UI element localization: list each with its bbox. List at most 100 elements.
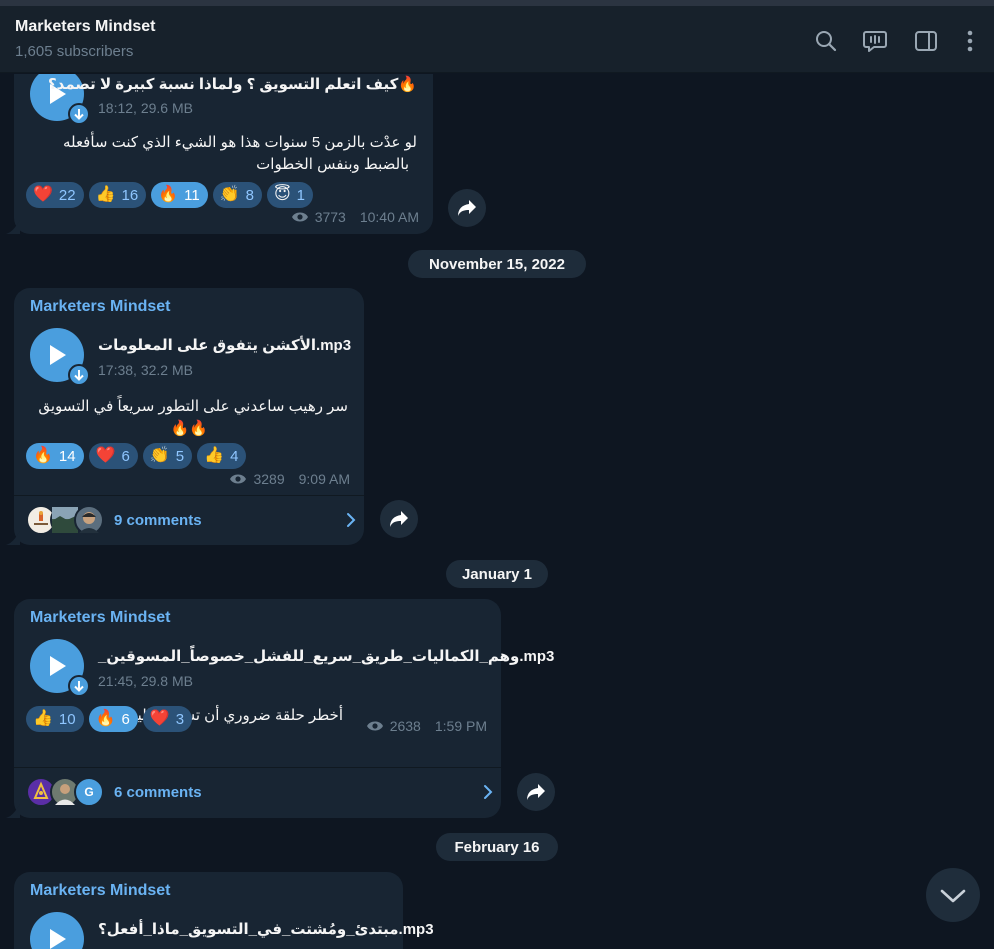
reaction-count: 14	[58, 447, 76, 465]
reaction-fire[interactable]: 🔥 6	[88, 706, 138, 732]
more-vertical-icon[interactable]	[957, 28, 983, 54]
reaction-thumbs-up[interactable]: 👍 16	[88, 182, 147, 208]
sidebar-toggle-icon[interactable]	[913, 28, 939, 54]
reaction-count: 11	[184, 186, 200, 204]
message-feed[interactable]: 🔥كيف اتعلم التسويق ؟ ولماذا نسبة كبيرة ل…	[0, 74, 994, 949]
download-icon[interactable]	[68, 675, 90, 697]
reaction-emoji: 🔥	[95, 710, 116, 727]
reaction-count: 3	[175, 710, 185, 728]
comments-link[interactable]: G 6 comments	[26, 768, 493, 816]
reaction-count: 16	[121, 186, 139, 204]
date-separator: February 16	[436, 833, 558, 861]
file-name: _وهم_الكماليات_طريق_سريع_للفشل_خصوصاً_ال…	[98, 648, 555, 665]
avatar: G	[74, 777, 104, 807]
channel-post[interactable]: 🔥كيف اتعلم التسويق ؟ ولماذا نسبة كبيرة ل…	[6, 74, 433, 234]
play-button[interactable]	[30, 328, 90, 386]
bubble-tail	[6, 531, 20, 545]
file-meta: 21:45, 29.8 MB	[98, 673, 193, 689]
file-meta: 18:12, 29.6 MB	[98, 100, 193, 116]
commenter-avatars: G	[26, 777, 112, 807]
view-count: 3773	[314, 209, 346, 225]
reaction-fire[interactable]: 🔥 14	[26, 443, 84, 469]
sender-name[interactable]: Marketers Mindset	[30, 609, 171, 627]
commenter-avatars	[26, 505, 112, 535]
channel-title[interactable]: Marketers Mindset	[15, 18, 156, 36]
play-button[interactable]	[30, 912, 84, 949]
eye-icon	[230, 474, 247, 484]
view-count: 3289	[253, 471, 285, 487]
discussion-icon[interactable]	[862, 28, 888, 54]
file-name: مبتدئ_ومُشتت_في_التسويق_ماذا_أفعل؟.mp3	[98, 921, 434, 938]
reactions-row: ❤️ 22 👍 16 🔥 11 👏 8 😇 1	[26, 182, 314, 208]
search-icon[interactable]	[813, 28, 839, 54]
reactions-row: 🔥 14 ❤️ 6 👏 5 👍 4	[26, 443, 247, 469]
share-button[interactable]	[517, 773, 555, 811]
caption-line: سر رهيب ساعدني على التطور سريعاً في التس…	[38, 398, 348, 415]
channel-post[interactable]: Marketers Mindset مبتدئ_ومُشتت_في_التسوي…	[14, 872, 434, 949]
caption-line: لو عدْت بالزمن 5 سنوات هذا هو الشيء الذي…	[62, 134, 417, 151]
download-icon[interactable]	[68, 103, 90, 125]
comments-link[interactable]: 9 comments	[26, 496, 356, 544]
reactions-row: 👍 10 🔥 6 ❤️ 3	[26, 706, 193, 732]
reaction-fire[interactable]: 🔥 11	[151, 182, 208, 208]
post-caption: سر رهيب ساعدني على التطور سريعاً في التس…	[28, 396, 348, 440]
post-views: 2638 1:59 PM	[366, 718, 487, 734]
reaction-count: 5	[175, 447, 185, 465]
reaction-clap[interactable]: 👏 8	[212, 182, 262, 208]
reaction-emoji: ❤️	[33, 186, 53, 203]
play-icon	[50, 345, 66, 365]
reaction-heart[interactable]: ❤️ 6	[88, 443, 138, 469]
download-icon[interactable]	[68, 364, 90, 386]
play-button[interactable]	[30, 639, 90, 697]
reaction-count: 8	[245, 186, 254, 204]
view-count: 2638	[389, 718, 421, 734]
scroll-to-bottom-button[interactable]	[926, 868, 980, 922]
reaction-emoji: 👏	[149, 447, 170, 464]
file-meta: 17:38, 32.2 MB	[98, 362, 193, 378]
date-separator: January 1	[446, 560, 548, 588]
chevron-right-icon	[347, 513, 356, 527]
reaction-count: 4	[230, 447, 239, 465]
chat-header[interactable]: Marketers Mindset 1,605 subscribers	[0, 6, 994, 73]
reaction-count: 1	[296, 186, 306, 204]
reaction-emoji: ❤️	[95, 447, 116, 464]
file-name: الأكشن يتفوق على المعلومات.mp3	[98, 337, 352, 354]
reaction-emoji: 🔥	[33, 447, 53, 464]
post-caption: لو عدْت بالزمن 5 سنوات هذا هو الشيء الذي…	[27, 132, 417, 176]
caption-line: بالضبط وبنفس الخطوات	[256, 156, 409, 173]
chevron-down-icon	[940, 889, 966, 903]
reaction-clap[interactable]: 👏 5	[142, 443, 193, 469]
file-name: 🔥كيف اتعلم التسويق ؟ ولماذا نسبة كبيرة ل…	[47, 76, 417, 93]
post-views: 3289 9:09 AM	[229, 471, 350, 487]
reaction-angel[interactable]: 😇 1	[266, 182, 314, 208]
channel-post[interactable]: Marketers Mindset _وهم_الكماليات_طريق_سر…	[6, 599, 554, 818]
bubble-tail	[6, 804, 20, 818]
reaction-emoji: 👏	[219, 186, 240, 203]
reaction-emoji: 👍	[33, 710, 53, 727]
bubble-tail	[6, 220, 20, 234]
reaction-thumbs-up[interactable]: 👍 4	[197, 443, 247, 469]
sender-name[interactable]: Marketers Mindset	[30, 882, 171, 900]
date-separator: November 15, 2022	[408, 250, 586, 278]
post-time: 1:59 PM	[434, 718, 487, 734]
reaction-emoji: 😇	[273, 186, 291, 203]
share-button[interactable]	[380, 500, 418, 538]
post-time: 10:40 AM	[359, 209, 419, 225]
reaction-heart[interactable]: ❤️ 3	[142, 706, 193, 732]
share-button[interactable]	[448, 189, 486, 227]
chevron-right-icon	[484, 785, 493, 799]
reaction-emoji: ❤️	[149, 710, 170, 727]
avatar-letter: G	[84, 785, 94, 799]
eye-icon	[291, 212, 308, 222]
reaction-thumbs-up[interactable]: 👍 10	[26, 706, 84, 732]
play-icon	[50, 656, 66, 676]
post-views: 3773 10:40 AM	[291, 209, 419, 225]
comments-count: 9 comments	[114, 511, 202, 529]
channel-post[interactable]: Marketers Mindset الأكشن يتفوق على المعل…	[6, 288, 364, 545]
reaction-count: 10	[58, 710, 76, 728]
reaction-heart[interactable]: ❤️ 22	[26, 182, 84, 208]
reaction-emoji: 🔥	[158, 186, 179, 203]
reaction-count: 6	[121, 447, 130, 465]
sender-name[interactable]: Marketers Mindset	[30, 298, 171, 316]
caption-line: 🔥🔥	[170, 420, 208, 437]
